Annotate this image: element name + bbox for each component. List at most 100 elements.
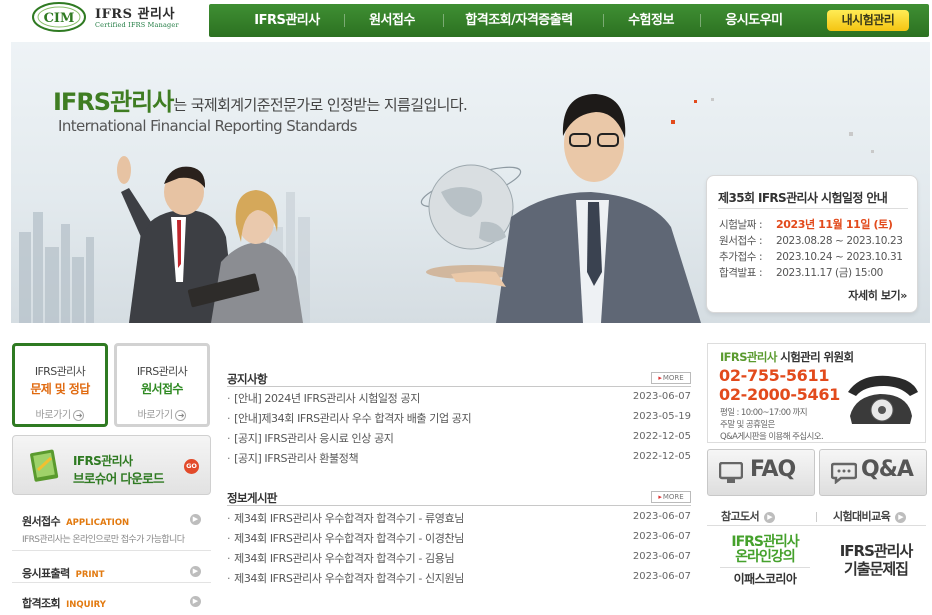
notice-board: 공지사항 MORE [안내] 2024년 IFRS관리사 시험일정 공지 2023… — [227, 371, 691, 471]
hero-banner: IFRS관리사는 국제회계기준전문가로 인정받는 지름길입니다. Interna… — [11, 42, 930, 323]
post-date: 2023-05-19 — [632, 411, 691, 422]
schedule-label: 시험날짜 : — [719, 219, 763, 231]
post-title[interactable]: [공지] IFRS관리사 환불정책 — [227, 450, 358, 466]
nav-divider — [700, 14, 701, 27]
site-logo[interactable]: CIM IFRS 관리사 Certified IFRS Manager — [32, 1, 192, 35]
nav-exam-info[interactable]: 수험정보 — [617, 4, 685, 37]
info-post[interactable]: 제34회 IFRS관리사 우수합격자 합격수기 - 신지원님 2023-06-07 — [227, 570, 691, 590]
contact-note-1: 주말 및 공휴일은 — [720, 420, 775, 430]
brochure-title: 브로슈어 다운로드 — [73, 471, 165, 486]
chevron-right-icon: ▶ — [190, 514, 201, 525]
left-menu-inquiry[interactable]: 합격조회 INQUIRY ▶ — [12, 583, 211, 615]
info-board-title: 정보게시판 — [227, 491, 278, 505]
schedule-row-extra-application: 추가접수 : 2023.10.24 ~ 2023.10.31 — [719, 249, 903, 264]
notice-title: 공지사항 — [227, 372, 268, 386]
schedule-row-application: 원서접수 : 2023.08.28 ~ 2023.10.23 — [719, 233, 903, 248]
qa-button[interactable]: Q&A — [819, 449, 927, 496]
contact-phone-1: 02-755-5611 — [719, 366, 830, 385]
brochure-book-icon — [30, 449, 59, 482]
tab-label: 참고도서 — [721, 510, 760, 523]
telephone-icon — [848, 375, 918, 424]
my-exam-button[interactable]: 내시험관리 — [827, 10, 909, 31]
chevron-right-icon: ▶ — [895, 512, 907, 523]
schedule-title: 제35회 IFRS관리사 시험일정 안내 — [718, 191, 888, 205]
post-date: 2023-06-07 — [632, 571, 691, 582]
faq-label: FAQ — [750, 457, 796, 482]
main-nav: IFRS관리사 원서접수 합격조회/자격증출력 수험정보 응시도우미 내시험관리 — [209, 4, 929, 37]
contact-box: IFRS관리사 시험관리 위원회 02-755-5611 02-2000-546… — [707, 343, 926, 443]
exam-book-banner[interactable]: IFRS관리사 기출문제집 — [830, 542, 922, 578]
ad-book-line-1: IFRS관리사 — [839, 542, 914, 560]
board-divider — [227, 505, 691, 506]
schedule-label: 원서접수 : — [719, 235, 763, 247]
contact-title-brand: IFRS관리사 — [720, 350, 777, 364]
left-menu-application[interactable]: 원서접수 APPLICATION IFRS관리사는 온라인으로만 접수가 가능합니… — [12, 505, 211, 551]
ad-brand: 이패스코리아 — [720, 567, 810, 587]
notice-post[interactable]: [안내]제34회 IFRS관리사 우수 합격자 배출 기업 공지 2023-05-… — [227, 410, 691, 430]
post-date: 2022-12-05 — [632, 451, 691, 462]
info-post[interactable]: 제34회 IFRS관리사 우수합격자 합격수기 - 류영효님 2023-06-07 — [227, 510, 691, 530]
schedule-row-result: 합격발표 : 2023.11.17 (금) 15:00 — [719, 265, 883, 280]
quick-go: 바로가기 ➜ — [15, 406, 105, 421]
post-date: 2023-06-07 — [632, 551, 691, 562]
left-menu-title: 합격조회 INQUIRY — [22, 595, 106, 611]
left-menu-en: PRINT — [75, 570, 105, 580]
quick-title: 문제 및 정답 — [30, 382, 90, 396]
post-title[interactable]: 제34회 IFRS관리사 우수합격자 합격수기 - 신지원님 — [227, 570, 464, 586]
schedule-label: 추가접수 : — [719, 251, 763, 263]
nav-application[interactable]: 원서접수 — [355, 4, 429, 37]
info-post[interactable]: 제34회 IFRS관리사 우수합격자 합격수기 - 이경찬님 2023-06-07 — [227, 530, 691, 550]
notice-post[interactable]: [공지] IFRS관리사 응시료 인상 공지 2022-12-05 — [227, 430, 691, 450]
logo-title: IFRS 관리사 — [95, 7, 175, 22]
nav-helper[interactable]: 응시도우미 — [714, 4, 794, 37]
quick-go-label: 바로가기 — [35, 410, 72, 421]
post-title[interactable]: 제34회 IFRS관리사 우수합격자 합격수기 - 이경찬님 — [227, 530, 464, 546]
notice-post[interactable]: [공지] IFRS관리사 환불정책 2022-12-05 — [227, 450, 691, 470]
online-lecture-banner[interactable]: IFRS관리사 온라인강의 이패스코리아 — [720, 535, 810, 587]
post-title[interactable]: [안내] 2024년 IFRS관리사 시험일정 공지 — [227, 390, 420, 406]
schedule-label: 합격발표 : — [719, 267, 763, 279]
board-divider — [227, 386, 691, 387]
left-menu-title: 응시표출력 PRINT — [22, 565, 104, 581]
post-title[interactable]: 제34회 IFRS관리사 우수합격자 합격수기 - 김용님 — [227, 550, 454, 566]
nav-divider — [344, 14, 345, 27]
post-date: 2022-12-05 — [632, 431, 691, 442]
faq-button[interactable]: FAQ — [707, 449, 815, 496]
left-menu-en: INQUIRY — [66, 600, 106, 610]
contact-phone-2: 02-2000-5461 — [719, 385, 841, 404]
info-post[interactable]: 제34회 IFRS관리사 우수합격자 합격수기 - 김용님 2023-06-07 — [227, 550, 691, 570]
nav-ifrs[interactable]: IFRS관리사 — [239, 4, 335, 37]
hero-title-brand: IFRS관리사 — [53, 88, 174, 116]
notice-more-button[interactable]: MORE — [651, 372, 691, 384]
nav-divider — [443, 14, 444, 27]
quick-questions-answers[interactable]: IFRS관리사 문제 및 정답 바로가기 ➜ — [12, 343, 108, 427]
right-divider — [707, 525, 926, 526]
monitor-icon — [719, 462, 743, 483]
post-date: 2023-06-07 — [632, 531, 691, 542]
brochure-label: IFRS관리사 — [73, 454, 133, 468]
schedule-value: 2023.10.24 ~ 2023.10.31 — [776, 251, 903, 263]
exam-schedule-card: 제35회 IFRS관리사 시험일정 안내 시험날짜 : 2023년 11월 11일… — [706, 175, 918, 313]
tab-reference-book[interactable]: 참고도서 ▶ — [721, 508, 776, 524]
nav-result[interactable]: 합격조회/자격증출력 — [457, 4, 581, 37]
post-title[interactable]: 제34회 IFRS관리사 우수합격자 합격수기 - 류영효님 — [227, 510, 464, 526]
hero-title-rest: 는 국제회계기준전문가로 인정받는 지름길입니다. — [173, 96, 468, 114]
tab-exam-prep[interactable]: 시험대비교육 ▶ — [833, 508, 907, 524]
ad-line-2: 온라인강의 — [735, 549, 795, 565]
quick-go: 바로가기 ➜ — [117, 406, 207, 421]
logo-subtitle: Certified IFRS Manager — [95, 21, 179, 29]
hero-title: IFRS관리사는 국제회계기준전문가로 인정받는 지름길입니다. — [53, 82, 468, 117]
left-menu-print[interactable]: 응시표출력 PRINT ▶ — [12, 551, 211, 583]
brochure-download-button[interactable]: IFRS관리사 브로슈어 다운로드 GO — [12, 435, 211, 495]
cim-logo-icon: CIM — [32, 2, 86, 32]
post-title[interactable]: [안내]제34회 IFRS관리사 우수 합격자 배출 기업 공지 — [227, 410, 472, 426]
quick-application[interactable]: IFRS관리사 원서접수 바로가기 ➜ — [114, 343, 210, 427]
post-title[interactable]: [공지] IFRS관리사 응시료 인상 공지 — [227, 430, 394, 446]
quick-go-label: 바로가기 — [137, 410, 174, 421]
schedule-more-link[interactable]: 자세히 보기» — [848, 287, 907, 303]
info-board-more-button[interactable]: MORE — [651, 491, 691, 503]
schedule-row-exam-date: 시험날짜 : 2023년 11월 11일 (토) — [719, 216, 893, 232]
notice-post[interactable]: [안내] 2024년 IFRS관리사 시험일정 공지 2023-06-07 — [227, 390, 691, 410]
contact-hours: 평일 : 10:00~17:00 까지 — [720, 408, 808, 418]
go-icon: GO — [184, 459, 199, 474]
